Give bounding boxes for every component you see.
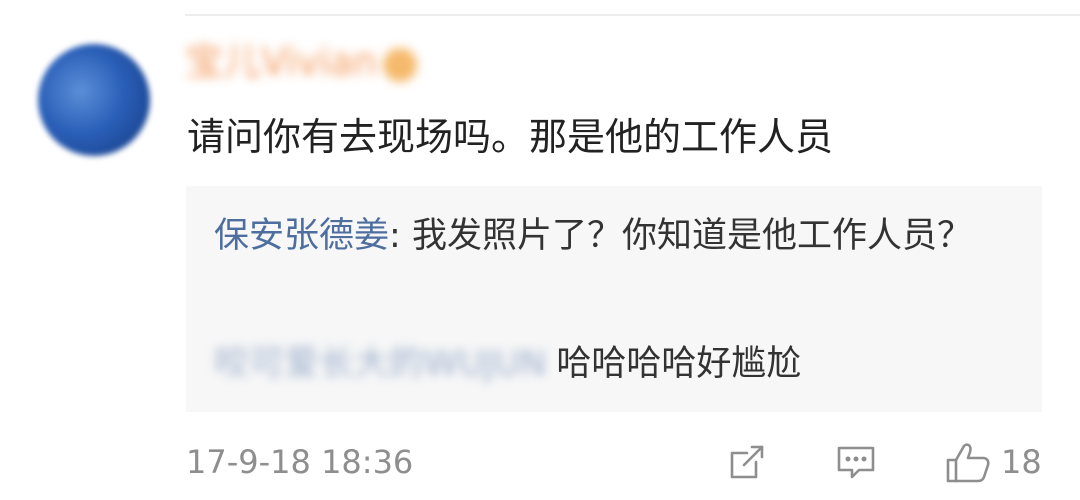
avatar[interactable] — [38, 44, 150, 156]
share-button[interactable] — [726, 438, 768, 486]
comment-icon — [835, 441, 877, 483]
thumbs-up-icon — [945, 440, 991, 484]
reply-author-link[interactable]: 保安张德姜 — [214, 216, 389, 256]
reply-box[interactable]: 保安张德姜: 我发照片了？你知道是他工作人员？ 咬可爱长大的WUJUN 哈哈哈哈好… — [186, 186, 1042, 412]
top-divider — [185, 14, 1080, 16]
like-button[interactable]: 18 — [945, 438, 1042, 486]
reply-item: 保安张德姜: 我发照片了？你知道是他工作人员？ — [214, 210, 1014, 262]
comment-text: 请问你有去现场吗。那是他的工作人员 — [187, 115, 834, 159]
reply-author-link[interactable]: 咬可爱长大的WUJUN — [214, 344, 546, 384]
verified-badge-icon — [383, 47, 418, 82]
reply-text: 我发照片了？你知道是他工作人员？ — [411, 216, 972, 256]
reply-separator: : — [389, 216, 412, 256]
comment-username[interactable]: 宝儿Vivian — [185, 38, 418, 86]
share-icon — [726, 441, 768, 483]
reply-item: 咬可爱长大的WUJUN 哈哈哈哈好尴尬 — [214, 338, 1034, 390]
reply-button[interactable] — [835, 438, 877, 486]
like-count: 18 — [1001, 443, 1042, 481]
reply-text: 哈哈哈哈好尴尬 — [556, 344, 802, 384]
comment-timestamp: 17-9-18 18:36 — [186, 443, 414, 481]
username-text[interactable]: 宝儿Vivian — [185, 40, 377, 84]
